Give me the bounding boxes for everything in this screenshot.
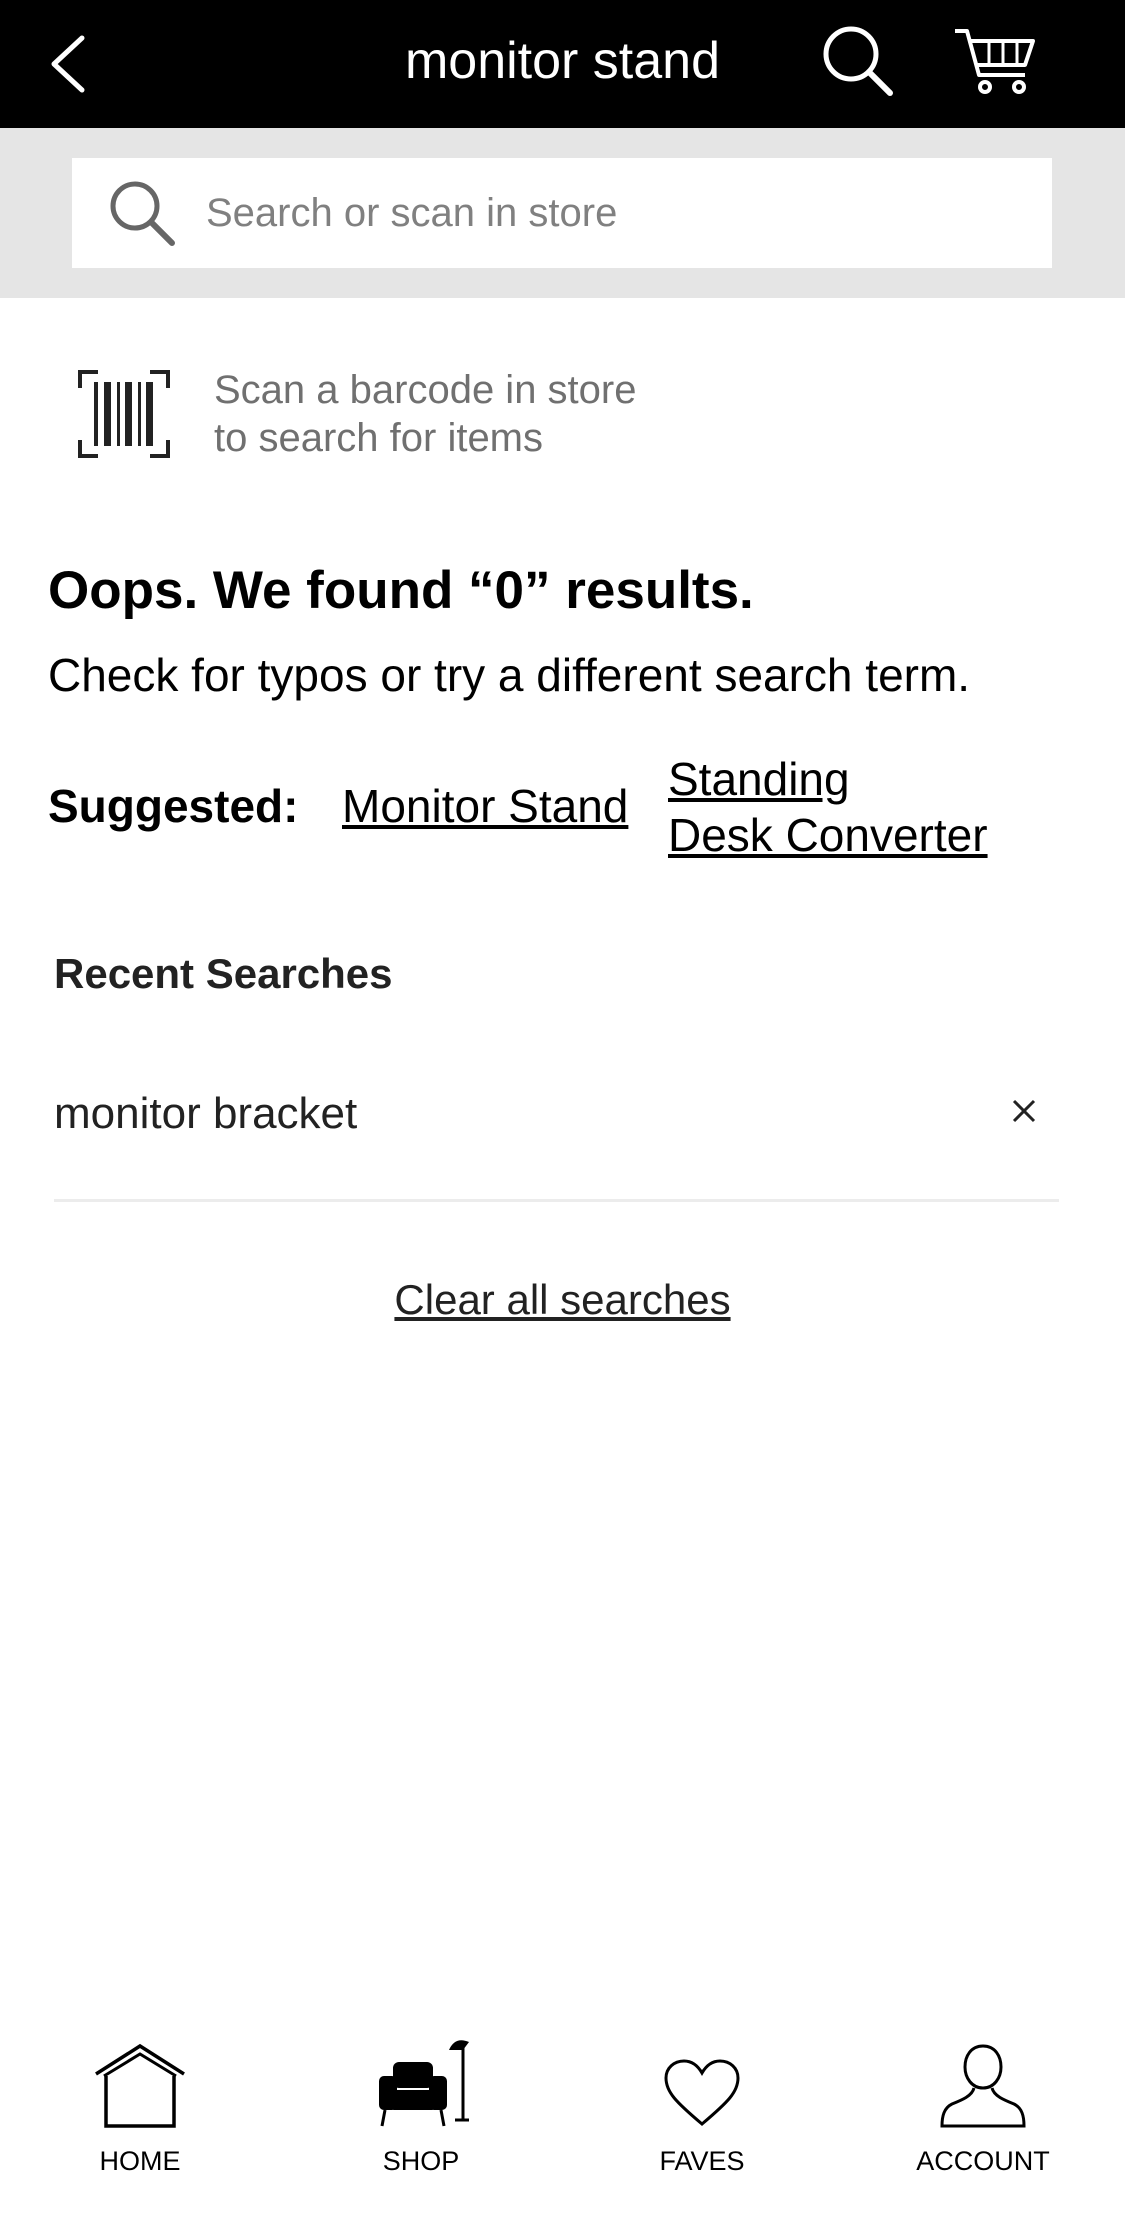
header-search-button[interactable] — [815, 18, 901, 104]
user-icon — [923, 2030, 1043, 2130]
suggestion-link-monitor-stand[interactable]: Monitor Stand — [342, 778, 628, 834]
clear-all-searches-link[interactable]: Clear all searches — [394, 1276, 730, 1323]
search-input[interactable] — [204, 189, 1028, 237]
clear-all-searches-wrapper: Clear all searches — [0, 1270, 1125, 1330]
nav-item-home[interactable]: HOME — [30, 2030, 250, 2220]
scan-barcode-row[interactable]: Scan a barcode in store to search for it… — [76, 364, 776, 464]
cart-button[interactable] — [950, 18, 1040, 104]
nav-label-shop: SHOP — [382, 2146, 460, 2176]
recent-searches-title: Recent Searches — [54, 950, 393, 997]
chevron-left-icon — [51, 35, 85, 93]
close-icon — [1012, 1099, 1036, 1123]
search-band — [0, 128, 1125, 298]
search-field[interactable] — [72, 158, 1052, 268]
back-button[interactable] — [28, 20, 108, 108]
recent-search-item: monitor bracket — [54, 1070, 1059, 1202]
suggested-label: Suggested: — [48, 780, 299, 832]
nav-label-faves: FAVES — [659, 2146, 745, 2176]
home-icon — [80, 2030, 200, 2130]
nav-item-shop[interactable]: SHOP — [311, 2030, 531, 2220]
nav-label-account: ACCOUNT — [916, 2146, 1050, 2176]
scan-line-1: Scan a barcode in store — [214, 368, 637, 412]
no-results-hint: Check for typos or try a different searc… — [48, 649, 971, 701]
nav-label-home: HOME — [99, 2146, 181, 2176]
cart-icon — [955, 29, 1035, 94]
scan-line-2: to search for items — [214, 416, 544, 460]
search-icon — [102, 173, 182, 253]
heart-icon — [642, 2030, 762, 2130]
no-results-heading: Oops. We found “0” results. — [48, 561, 754, 620]
remove-recent-search-button[interactable] — [989, 1076, 1059, 1146]
nav-item-account[interactable]: ACCOUNT — [873, 2030, 1093, 2220]
nav-item-faves[interactable]: FAVES — [592, 2030, 812, 2220]
barcode-icon — [76, 366, 172, 462]
suggestion-link-standing-desk-converter[interactable]: Standing Desk Converter — [668, 751, 1028, 863]
suggestion-line-1: Standing — [668, 753, 850, 805]
search-icon — [823, 26, 893, 96]
scan-instructions: Scan a barcode in store to search for it… — [214, 366, 636, 462]
bottom-nav: HOME SHOP FAVES ACCOUNT — [0, 2030, 1125, 2234]
suggestion-line-2: Desk Converter — [668, 809, 988, 861]
recent-search-term[interactable]: monitor bracket — [54, 1084, 357, 1144]
armchair-lamp-icon — [361, 2030, 481, 2130]
top-app-bar: monitor stand — [0, 0, 1125, 128]
